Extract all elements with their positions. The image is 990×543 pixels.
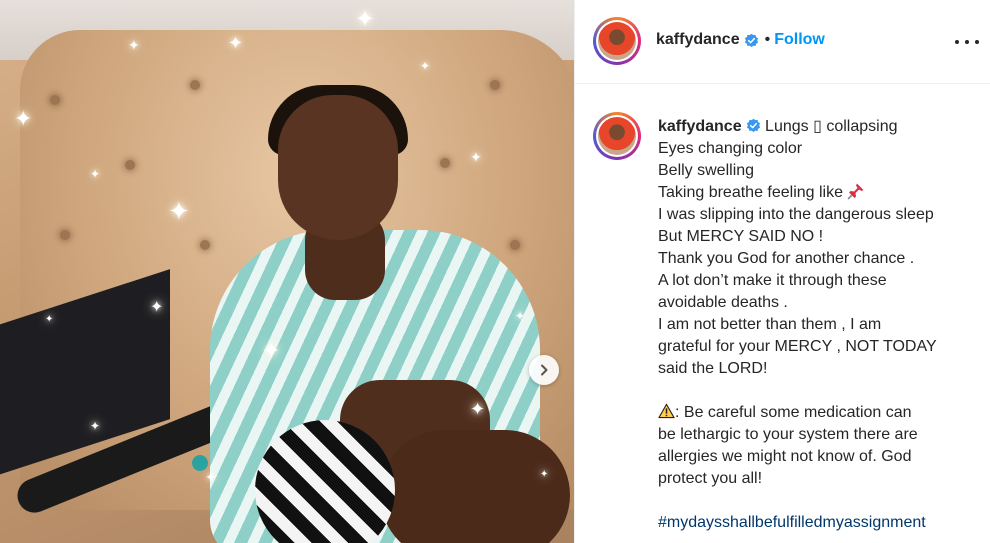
caption-line: Taking breathe feeling like [658, 184, 844, 201]
caption-line: protect you all! [658, 470, 763, 487]
sparkle-icon: ✦ [355, 6, 376, 33]
caption-line: Eyes changing color [658, 140, 803, 157]
sparkle-icon: ✦ [14, 106, 33, 131]
caption-line: Belly swelling [658, 162, 755, 179]
sparkle-icon: ✦ [470, 399, 486, 419]
caption-username[interactable]: kaffydance [658, 118, 742, 135]
caption-line: A lot don’t make it through these [658, 272, 887, 289]
avatar[interactable] [593, 17, 641, 65]
username-link[interactable]: kaffydance [656, 31, 740, 49]
sparkle-icon: ✦ [90, 167, 101, 181]
person-knee [380, 430, 570, 543]
sparkle-icon: ✦ [420, 59, 431, 73]
more-options-button[interactable] [955, 32, 979, 52]
headboard-tuft [60, 230, 70, 240]
hashtag-link[interactable]: #mydaysshallbefulfilledmyassignment [658, 512, 968, 534]
sparkle-icon: ✦ [90, 419, 101, 433]
headboard-tuft [125, 160, 135, 170]
sparkle-icon: ✦ [228, 33, 244, 53]
pushpin-icon [848, 183, 864, 200]
sparkle-icon: ✦ [128, 37, 140, 53]
sparkle-icon: ✦ [262, 338, 281, 363]
caption-line: I am not better than them , I am [658, 316, 882, 333]
caption-line: grateful for your MERCY , NOT TODAY [658, 338, 937, 355]
warning-icon [658, 403, 675, 419]
post-details-panel: kaffydance • Follow kaffydance Lungs ▯ c… [574, 0, 990, 543]
sparkle-icon: ✦ [150, 299, 164, 316]
avatar-image [598, 117, 636, 155]
post-header: kaffydance • Follow [575, 0, 990, 84]
caption-line: said the LORD! [658, 360, 768, 377]
headboard-tuft [200, 240, 210, 250]
headboard-tuft [510, 240, 520, 250]
caption-line: be lethargic to your system there are [658, 426, 918, 443]
sparkle-icon: ✦ [168, 196, 190, 226]
caption-line: allergies we might not know of. God [658, 448, 912, 465]
verified-badge-icon [746, 118, 760, 133]
sparkle-icon: ✦ [515, 309, 526, 323]
sparkle-icon: ✦ [45, 314, 54, 325]
more-horizontal-icon [955, 40, 959, 44]
sparkle-icon: ✦ [470, 149, 482, 165]
sparkle-icon: ✦ [205, 469, 217, 485]
caption-avatar[interactable] [593, 112, 641, 160]
caption-line: avoidable deaths . [658, 294, 788, 311]
sparkle-icon: ✦ [540, 469, 549, 480]
next-media-button[interactable] [529, 355, 559, 385]
verified-badge-icon [744, 33, 758, 47]
caption-text: Lungs ▯ collapsing [765, 118, 898, 135]
separator-dot: • [764, 31, 771, 48]
avatar-image [598, 22, 636, 60]
person-face [278, 95, 398, 240]
caption-line: But MERCY SAID NO ! [658, 228, 824, 245]
follow-button[interactable]: Follow [774, 31, 825, 49]
headboard-tuft [50, 95, 60, 105]
post-media[interactable]: ✦ ✦ ✦ ✦ ✦ ✦ ✦ ✦ ✦ ✦ ✦ ✦ ✦ ✦ ✦ ✦ [0, 0, 574, 543]
headboard-tuft [190, 80, 200, 90]
post-caption: kaffydance Lungs ▯ collapsing Eyes chang… [658, 116, 968, 534]
chevron-right-icon [541, 364, 548, 376]
caption-line: Thank you God for another chance . [658, 250, 915, 267]
header-user-row: kaffydance • Follow [656, 31, 825, 49]
caption-line: : Be careful some medication can [675, 404, 912, 421]
comments-scroll-area[interactable]: kaffydance Lungs ▯ collapsing Eyes chang… [575, 84, 990, 543]
caption-line: I was slipping into the dangerous sleep [658, 206, 934, 223]
headboard-tuft [440, 158, 450, 168]
headboard-tuft [490, 80, 500, 90]
